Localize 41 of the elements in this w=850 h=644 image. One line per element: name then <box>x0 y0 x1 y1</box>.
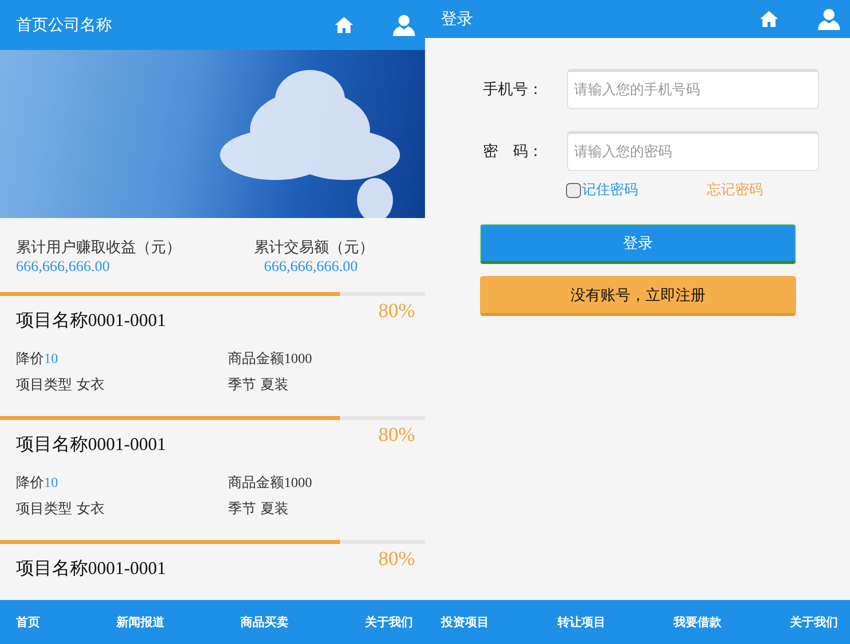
nav-tab[interactable]: 关于我们 <box>364 600 413 644</box>
field-label: 密 码： <box>482 142 543 160</box>
stat-label: 累计用户赚取收益（元） <box>16 238 182 257</box>
discount-text: 降价10 <box>16 350 59 368</box>
remember-label[interactable]: 记住密码 <box>582 181 638 199</box>
nav-tab[interactable]: 我要借款 <box>674 600 722 644</box>
input-field[interactable]: 请输入您的密码 <box>567 131 819 171</box>
type-text: 项目类型 女衣 <box>16 376 106 394</box>
register-button[interactable]: 没有账号，立即注册 <box>480 276 796 316</box>
stat-value: 666,666,666.00 <box>264 259 359 276</box>
season-text: 季节 夏装 <box>228 376 290 394</box>
header-title: 首页公司名称 <box>16 14 113 36</box>
nav-tab[interactable]: 商品买卖 <box>240 600 289 644</box>
progress-percent: 80% <box>378 424 415 448</box>
header-title: 登录 <box>441 8 474 30</box>
season-text: 季节 夏装 <box>228 500 290 518</box>
login-button[interactable]: 登录 <box>480 224 796 264</box>
progress-percent: 80% <box>378 548 415 572</box>
nav-tab[interactable]: 投资项目 <box>441 600 489 644</box>
home-icon[interactable] <box>335 17 353 33</box>
nav-tab[interactable]: 转让项目 <box>557 600 606 644</box>
remember-checkbox[interactable] <box>566 182 581 198</box>
nav-tab[interactable]: 新闻报道 <box>116 600 164 644</box>
field-label: 手机号： <box>482 80 543 98</box>
project-title: 项目名称0001-0001 <box>16 433 166 456</box>
nav-tab[interactable]: 首页 <box>16 600 40 644</box>
nav-tab[interactable]: 关于我们 <box>790 600 838 644</box>
project-title: 项目名称0001-0001 <box>16 309 166 332</box>
stat-label: 累计交易额（元） <box>254 238 375 257</box>
project-title: 项目名称0001-0001 <box>16 557 166 580</box>
user-icon[interactable] <box>393 14 415 36</box>
stat-value: 666,666,666.00 <box>16 259 111 276</box>
amount-text: 商品金额1000 <box>228 350 313 368</box>
user-icon[interactable] <box>818 8 840 30</box>
discount-text: 降价10 <box>16 474 59 492</box>
progress-percent: 80% <box>378 300 415 324</box>
input-field[interactable]: 请输入您的手机号码 <box>567 69 819 109</box>
forgot-password-link[interactable]: 忘记密码 <box>707 181 763 199</box>
type-text: 项目类型 女衣 <box>16 500 106 518</box>
amount-text: 商品金额1000 <box>228 474 313 492</box>
home-icon[interactable] <box>760 11 778 27</box>
